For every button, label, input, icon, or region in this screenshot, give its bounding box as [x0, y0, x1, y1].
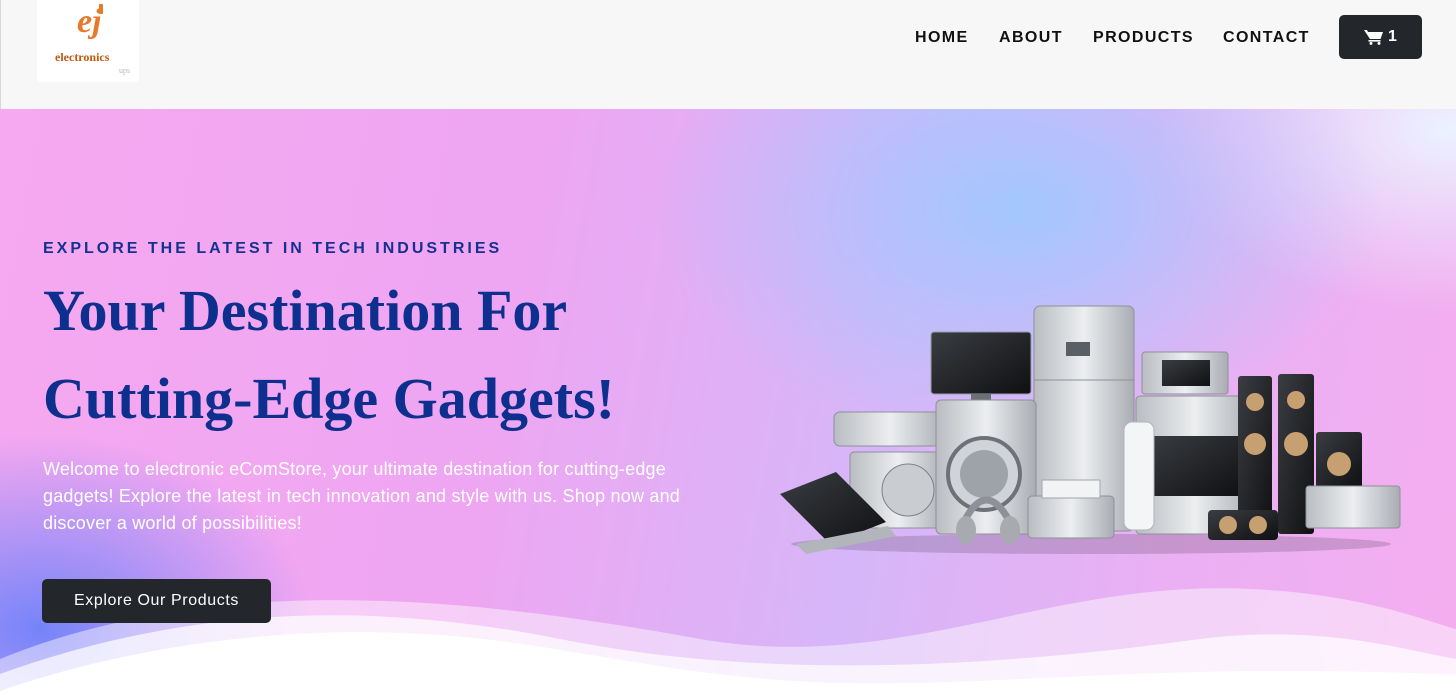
- site-header: ej electronics ups HOME ABOUT PRODUCTS C…: [0, 0, 1456, 109]
- electronics-product-image: [780, 305, 1401, 554]
- hero-section: EXPLORE THE LATEST IN TECH INDUSTRIES Yo…: [0, 109, 1456, 695]
- plug-logo-icon: [99, 4, 103, 14]
- hero-description: Welcome to electronic eComStore, your ul…: [43, 459, 680, 533]
- nav-home[interactable]: HOME: [915, 28, 969, 48]
- cart-button[interactable]: 1: [1339, 15, 1422, 59]
- nav-about[interactable]: ABOUT: [999, 28, 1063, 48]
- hero-headline: Your Destination For Cutting-Edge Gadget…: [43, 267, 743, 443]
- logo-mark: ej: [77, 3, 102, 40]
- logo-text: electronics: [55, 50, 110, 64]
- shopping-cart-icon: [1364, 30, 1384, 45]
- cart-count: 1: [1388, 28, 1397, 45]
- explore-products-button[interactable]: Explore Our Products: [42, 579, 271, 623]
- hero-headline-line2: Cutting-Edge Gadgets!: [43, 366, 615, 431]
- brand-logo[interactable]: ej electronics ups: [37, 0, 139, 82]
- nav-contact[interactable]: CONTACT: [1223, 28, 1310, 48]
- hero-headline-line1: Your Destination For: [43, 278, 568, 343]
- nav-products[interactable]: PRODUCTS: [1093, 28, 1194, 48]
- logo-subtext: ups: [119, 66, 131, 75]
- hero-eyebrow: EXPLORE THE LATEST IN TECH INDUSTRIES: [43, 240, 503, 257]
